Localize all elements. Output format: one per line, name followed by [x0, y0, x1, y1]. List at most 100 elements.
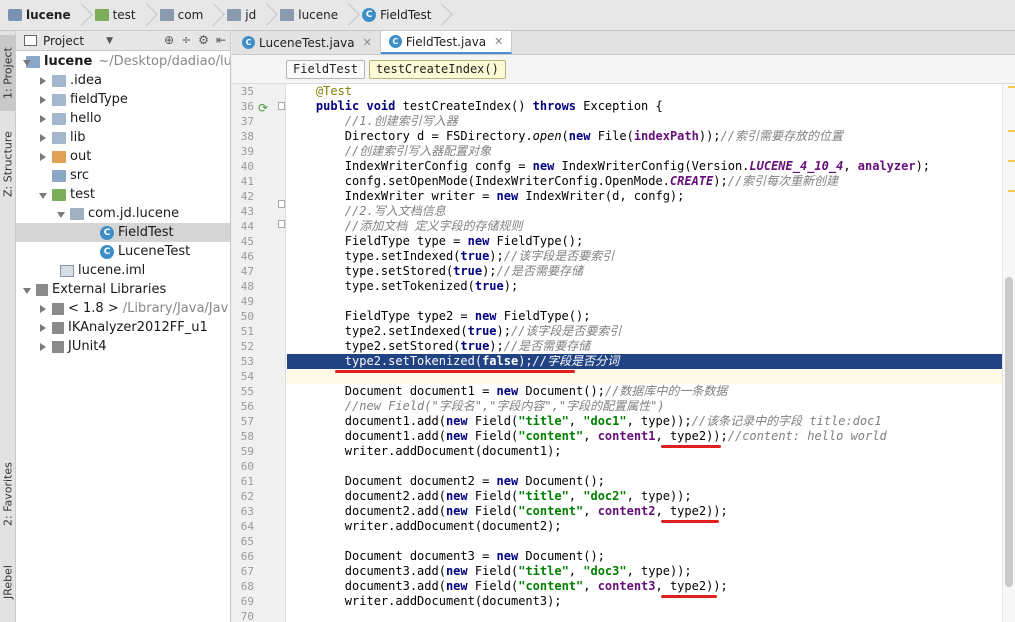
- code-line: //创建索引写入器配置对象: [344, 144, 492, 158]
- chevron-down-icon[interactable]: ▼: [106, 36, 113, 46]
- line-number: 58: [240, 430, 254, 443]
- warning-marker[interactable]: [1008, 130, 1015, 132]
- project-tool-tab[interactable]: 1: Project: [0, 35, 16, 111]
- code-line: type.setIndexed(true);//该字段是否要索引: [287, 249, 615, 263]
- library-icon: [52, 321, 64, 334]
- tree-item-external-libraries[interactable]: External Libraries: [16, 280, 230, 299]
- project-panel: Project ▼ ⊕ ÷ ⚙ ⇤ lucene ~/Desktop/dadia…: [16, 31, 231, 622]
- gear-icon[interactable]: ⚙: [198, 33, 209, 47]
- tree-item-fieldtest[interactable]: C FieldTest: [16, 223, 230, 242]
- breadcrumb-jd[interactable]: jd: [223, 0, 276, 31]
- code-line: Document document3 = new Document();: [287, 549, 605, 563]
- annotation-underline: [335, 370, 575, 373]
- code-line: writer.addDocument(document2);: [287, 519, 562, 533]
- annotation-underline: [661, 520, 719, 523]
- tree-item-hello[interactable]: hello: [16, 109, 230, 128]
- line-number: 49: [240, 295, 254, 308]
- warning-marker[interactable]: [1008, 86, 1015, 88]
- code-editor[interactable]: @Test public void testCreateIndex() thro…: [287, 84, 1002, 622]
- folder-icon: [52, 93, 66, 106]
- warning-marker[interactable]: [1008, 160, 1015, 162]
- code-line: document1.add(new Field("content", conte…: [287, 429, 887, 443]
- source-folder-icon: [52, 169, 66, 182]
- tree-item-lib[interactable]: lib: [16, 128, 230, 147]
- breadcrumb-fieldtest[interactable]: C FieldTest: [358, 0, 451, 31]
- breadcrumb-lucene[interactable]: lucene: [276, 0, 358, 31]
- folder-icon: [52, 131, 66, 144]
- expand-arrow-icon[interactable]: [22, 285, 32, 295]
- code-line: IndexWriterConfig confg = new IndexWrite…: [287, 159, 931, 173]
- editor-scrollbar[interactable]: [1002, 84, 1015, 622]
- collapse-arrow-icon[interactable]: [38, 152, 48, 162]
- chevron-right-icon: [437, 0, 445, 31]
- line-number: 63: [240, 505, 254, 518]
- line-number: 50: [240, 310, 254, 323]
- collapse-arrow-icon[interactable]: [38, 304, 48, 314]
- code-line: confg.setOpenMode(IndexWriterConfig.Open…: [287, 174, 839, 188]
- hide-icon[interactable]: ⇤: [216, 33, 226, 47]
- breadcrumb-com[interactable]: com: [156, 0, 224, 31]
- tool-window-strip: 1: Project Z: Structure 2: Favorites JRe…: [0, 31, 16, 622]
- output-folder-icon: [52, 150, 66, 163]
- expand-arrow-icon[interactable]: [38, 190, 48, 200]
- expand-arrow-icon[interactable]: [56, 209, 66, 219]
- line-number: 37: [240, 115, 254, 128]
- tree-item-lucenetest[interactable]: C LuceneTest: [16, 242, 230, 261]
- structure-tool-tab[interactable]: Z: Structure: [0, 121, 16, 207]
- folder-icon: [52, 112, 66, 125]
- fold-icon[interactable]: [278, 200, 285, 208]
- nav-method[interactable]: testCreateIndex(): [369, 59, 506, 79]
- package-icon: [280, 9, 295, 21]
- collapse-icon[interactable]: ÷: [181, 33, 191, 47]
- scrollbar-thumb[interactable]: [1005, 277, 1013, 587]
- warning-marker[interactable]: [1008, 190, 1015, 192]
- fold-icon[interactable]: [278, 220, 285, 228]
- tree-item-idea[interactable]: .idea: [16, 71, 230, 90]
- jrebel-tool-tab[interactable]: JRebel: [0, 551, 16, 613]
- tree-item-iml[interactable]: lucene.iml: [16, 261, 230, 280]
- code-line: document2.add(new Field("content", conte…: [287, 504, 728, 518]
- line-number: 53: [240, 355, 254, 368]
- collapse-arrow-icon[interactable]: [38, 76, 48, 86]
- collapse-arrow-icon[interactable]: [38, 133, 48, 143]
- collapse-arrow-icon[interactable]: [38, 342, 48, 352]
- nav-class[interactable]: FieldTest: [286, 59, 366, 79]
- breadcrumb-test[interactable]: test: [91, 0, 156, 31]
- collapse-arrow-icon[interactable]: [38, 95, 48, 105]
- code-line: document3.add(new Field("content", conte…: [287, 579, 728, 593]
- tree-item-test[interactable]: test: [16, 185, 230, 204]
- code-line: FieldType type2 = new FieldType();: [287, 309, 591, 323]
- annotation-underline: [661, 445, 721, 448]
- line-number: 57: [240, 415, 254, 428]
- project-icon: [8, 9, 22, 21]
- line-number: 41: [240, 175, 254, 188]
- tree-item-out[interactable]: out: [16, 147, 230, 166]
- project-view-dropdown[interactable]: Project: [43, 34, 84, 48]
- code-line: type2.setStored(true);//是否需要存储: [287, 339, 591, 353]
- tree-item-fieldtype[interactable]: fieldType: [16, 90, 230, 109]
- close-icon[interactable]: ✕: [363, 36, 372, 49]
- line-number: 36: [240, 100, 254, 113]
- tree-item-package[interactable]: com.jd.lucene: [16, 204, 230, 223]
- line-number: 48: [240, 280, 254, 293]
- tree-item-jdk[interactable]: < 1.8 > /Library/Java/Jav: [16, 299, 230, 318]
- line-number: 38: [240, 130, 254, 143]
- structure-navbar: FieldTest testCreateIndex(): [232, 55, 1015, 84]
- tree-item-junit4[interactable]: JUnit4: [16, 337, 230, 356]
- favorites-tool-tab[interactable]: 2: Favorites: [0, 451, 16, 537]
- breadcrumb-project[interactable]: lucene: [4, 0, 91, 31]
- line-number: 65: [240, 535, 254, 548]
- run-test-icon[interactable]: ⟳: [258, 101, 268, 115]
- tree-item-lucene[interactable]: lucene ~/Desktop/dadiao/lu: [16, 52, 230, 71]
- folder-icon: [52, 74, 66, 87]
- tab-fieldtest[interactable]: C FieldTest.java ✕: [380, 31, 513, 54]
- collapse-arrow-icon[interactable]: [38, 323, 48, 333]
- tree-item-ikanalyzer[interactable]: IKAnalyzer2012FF_u1: [16, 318, 230, 337]
- locate-icon[interactable]: ⊕: [164, 33, 174, 47]
- tree-item-src[interactable]: src: [16, 166, 230, 185]
- tab-lucenetest[interactable]: C LuceneTest.java ✕: [234, 31, 381, 54]
- collapse-arrow-icon[interactable]: [38, 114, 48, 124]
- fold-icon[interactable]: [278, 102, 285, 110]
- close-icon[interactable]: ✕: [494, 35, 503, 48]
